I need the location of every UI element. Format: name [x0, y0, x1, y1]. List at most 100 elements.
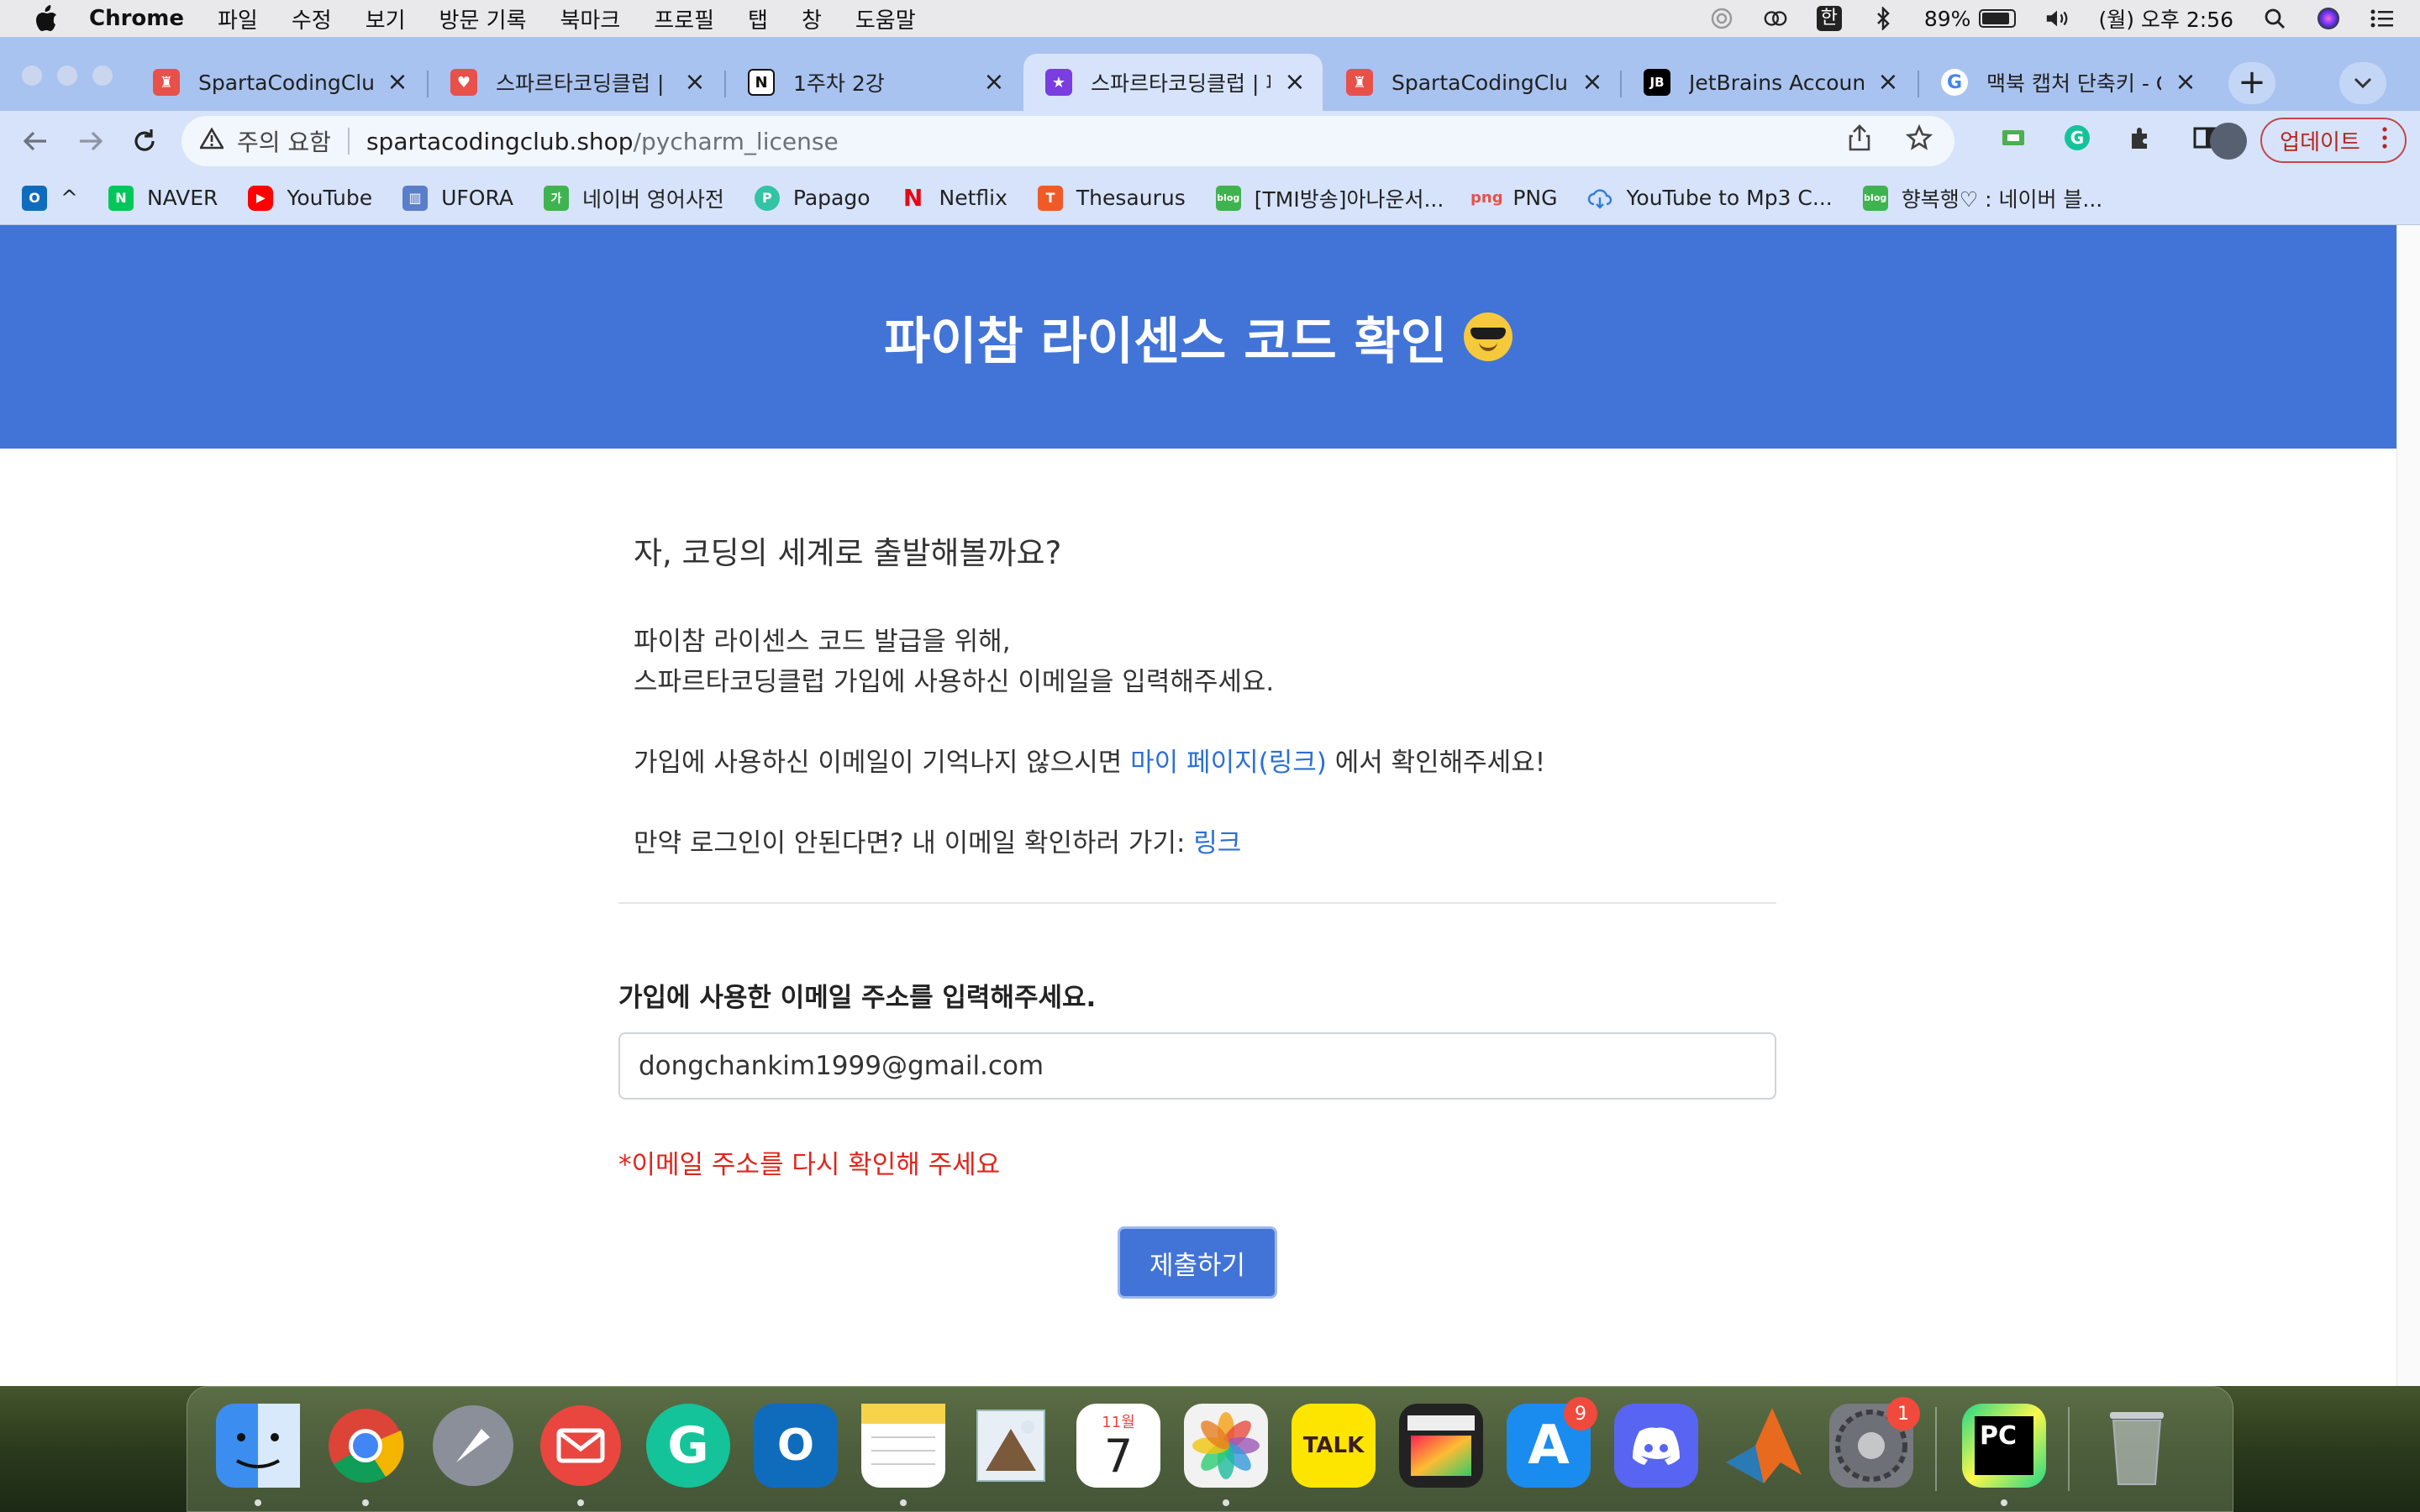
- check-email-link[interactable]: 링크: [1193, 828, 1241, 858]
- profile-avatar[interactable]: [2210, 123, 2247, 160]
- macos-dock: G O 11월 7 TALK A 9 1 PC: [187, 1386, 2233, 1512]
- calendar-icon[interactable]: 11월 7: [1076, 1404, 1160, 1488]
- menu-window[interactable]: 창: [802, 3, 822, 34]
- battery-icon: [1979, 9, 2017, 28]
- submit-button[interactable]: 제출하기: [1118, 1226, 1277, 1299]
- bookmark-item[interactable]: 가 네이버 영어사전: [543, 183, 724, 213]
- kebab-menu-icon[interactable]: [2382, 126, 2387, 155]
- system-preferences-icon[interactable]: 1: [1829, 1397, 1920, 1488]
- grammarly-extension-icon[interactable]: G: [2062, 123, 2092, 153]
- heart-code-icon: ♥: [450, 69, 477, 96]
- final-cut-icon[interactable]: [1399, 1404, 1483, 1488]
- outlook-icon[interactable]: O: [754, 1404, 838, 1488]
- menu-bookmarks[interactable]: 북마크: [560, 3, 621, 34]
- page-scrollbar[interactable]: [2396, 225, 2420, 1386]
- launchpad-icon[interactable]: [431, 1404, 515, 1488]
- mail-icon[interactable]: [539, 1404, 623, 1488]
- warning-triangle-icon[interactable]: [198, 127, 225, 155]
- apple-menu-icon[interactable]: [34, 4, 59, 33]
- preview-icon[interactable]: [969, 1404, 1053, 1488]
- menu-help[interactable]: 도움말: [855, 3, 916, 34]
- extensions-puzzle-icon[interactable]: [2126, 123, 2156, 153]
- close-tab-icon[interactable]: ×: [1581, 70, 1603, 95]
- browser-tab[interactable]: G 맥북 캡처 단축키 - Goo ×: [1919, 54, 2213, 111]
- security-status-label[interactable]: 주의 요함: [237, 124, 331, 158]
- bookmark-item[interactable]: blog 향복행♡ : 네이버 블...: [1862, 183, 2103, 213]
- menu-edit[interactable]: 수정: [292, 3, 332, 34]
- bookmark-item[interactable]: N Netflix: [901, 184, 1007, 212]
- bookmark-item[interactable]: ▶ YouTube: [248, 185, 372, 211]
- bookmark-item[interactable]: P Papago: [754, 185, 871, 211]
- browser-tab[interactable]: ♥ 스파르타코딩클럽 | 커뮤 ×: [429, 54, 723, 111]
- menu-view[interactable]: 보기: [366, 3, 406, 34]
- menu-file[interactable]: 파일: [218, 3, 258, 34]
- forward-arrow-icon[interactable]: [74, 124, 108, 158]
- bluetooth-icon[interactable]: [1870, 6, 1896, 31]
- address-bar[interactable]: 주의 요함 spartacodingclub.shop/pycharm_lice…: [182, 116, 1954, 166]
- close-tab-icon[interactable]: ×: [1284, 70, 1306, 95]
- siri-icon[interactable]: [2316, 6, 2341, 31]
- menubar-clock[interactable]: (월) 오후 2:56: [2098, 3, 2233, 34]
- email-field[interactable]: [618, 1032, 1776, 1100]
- menu-app-name[interactable]: Chrome: [89, 6, 184, 31]
- close-tab-icon[interactable]: ×: [1877, 70, 1899, 95]
- browser-tab[interactable]: ♜ SpartaCodingClub ×: [131, 54, 425, 111]
- svg-text:G: G: [2070, 128, 2084, 148]
- mypage-link[interactable]: 마이 페이지(링크): [1130, 748, 1327, 778]
- tab-search-button[interactable]: [2339, 62, 2386, 104]
- browser-tab[interactable]: JB JetBrains Account ×: [1622, 54, 1916, 111]
- bookmark-item[interactable]: png PNG: [1470, 186, 1557, 211]
- reload-icon[interactable]: [128, 124, 161, 158]
- finder-icon[interactable]: [216, 1404, 300, 1488]
- share-icon[interactable]: [1849, 124, 1870, 158]
- window-controls: [22, 66, 113, 86]
- zoom-window-button[interactable]: [92, 66, 113, 86]
- focus-swirl-icon[interactable]: [1709, 6, 1734, 31]
- close-tab-icon[interactable]: ×: [387, 70, 408, 95]
- bookmark-item[interactable]: N NAVER: [108, 185, 218, 211]
- volume-icon[interactable]: [2044, 6, 2070, 31]
- bookmark-star-icon[interactable]: [1905, 123, 1933, 158]
- screen-capture-extension-icon[interactable]: [1998, 123, 2028, 153]
- menu-history[interactable]: 방문 기록: [439, 3, 527, 34]
- close-tab-icon[interactable]: ×: [2175, 70, 2196, 95]
- spotlight-search-icon[interactable]: [2262, 6, 2287, 31]
- menu-tab[interactable]: 탭: [748, 3, 768, 34]
- bookmark-item[interactable]: T Thesaurus: [1037, 185, 1186, 211]
- google-icon: G: [1941, 69, 1968, 96]
- matlab-icon[interactable]: [1722, 1404, 1806, 1488]
- png-icon: png: [1470, 189, 1503, 207]
- bookmark-label: 향복행♡ : 네이버 블...: [1901, 186, 2103, 212]
- browser-tab[interactable]: ♜ SpartaCodingClub ×: [1324, 54, 1620, 111]
- control-center-icon[interactable]: [2370, 6, 2395, 31]
- minimize-window-button[interactable]: [57, 66, 77, 86]
- bookmark-item[interactable]: YouTube to Mp3 C...: [1587, 186, 1833, 211]
- battery-indicator[interactable]: 89%: [1924, 7, 2017, 31]
- bookmark-item[interactable]: ▥ UFORA: [402, 185, 513, 211]
- close-tab-icon[interactable]: ×: [983, 70, 1005, 95]
- input-method-indicator[interactable]: 한: [1816, 6, 1842, 31]
- notes-icon[interactable]: [861, 1404, 945, 1488]
- close-tab-icon[interactable]: ×: [684, 70, 706, 95]
- back-arrow-icon[interactable]: [18, 124, 52, 158]
- discord-icon[interactable]: [1614, 1404, 1698, 1488]
- kakaotalk-icon[interactable]: TALK: [1292, 1404, 1376, 1488]
- trash-icon[interactable]: [2095, 1404, 2179, 1488]
- browser-tab-active[interactable]: ★ 스파르타코딩클럽 | 파이 ×: [1023, 54, 1323, 111]
- bookmark-item[interactable]: O ^: [22, 185, 78, 211]
- close-window-button[interactable]: [22, 66, 42, 86]
- photos-icon[interactable]: [1184, 1404, 1268, 1488]
- chrome-tab-strip: ♜ SpartaCodingClub × ♥ 스파르타코딩클럽 | 커뮤 × N…: [0, 37, 2420, 111]
- bookmark-item[interactable]: blog [TMI방송]아나운서...: [1215, 183, 1444, 213]
- grammarly-icon[interactable]: G: [646, 1404, 730, 1488]
- menu-profiles[interactable]: 프로필: [654, 3, 714, 34]
- pycharm-icon[interactable]: PC: [1962, 1404, 2046, 1488]
- browser-tab[interactable]: N 1주차 2강 ×: [726, 54, 1022, 111]
- update-button[interactable]: 업데이트: [2260, 118, 2407, 163]
- creative-cloud-icon[interactable]: [1763, 6, 1788, 31]
- chrome-icon[interactable]: [324, 1404, 408, 1488]
- app-store-icon[interactable]: A9: [1507, 1397, 1597, 1488]
- running-indicator: [362, 1499, 369, 1506]
- naver-icon: N: [108, 185, 134, 211]
- new-tab-button[interactable]: +: [2228, 62, 2275, 104]
